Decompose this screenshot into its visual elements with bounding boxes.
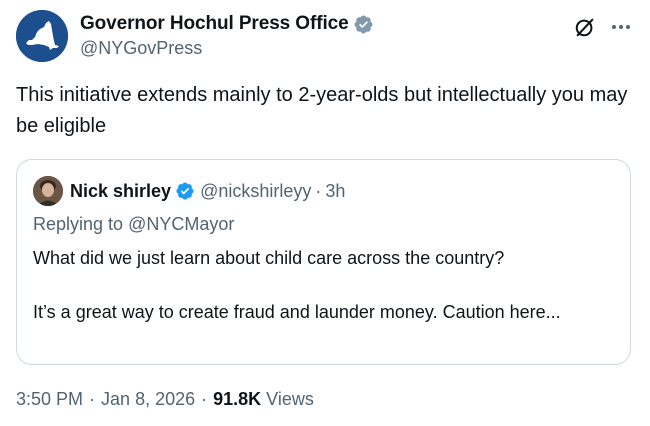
author-display-name[interactable]: Governor Hochul Press Office [80, 13, 349, 35]
views-count[interactable]: 91.8K [213, 389, 261, 410]
quoted-author-handle[interactable]: @nickshirleyy [200, 181, 311, 202]
replying-to: Replying to @NYCMayor [33, 214, 234, 235]
verified-gray-badge-icon[interactable] [353, 14, 374, 35]
quoted-tweet-card[interactable]: Nick shirley @nickshirleyy · 3h Replying… [16, 159, 631, 365]
views-label[interactable]: Views [266, 389, 314, 410]
quoted-tweet-header: Nick shirley @nickshirleyy · 3h [33, 176, 345, 206]
quoted-separator: · [315, 180, 322, 201]
quoted-author-name[interactable]: Nick shirley [70, 181, 171, 202]
quoted-tweet-text: What did we just learn about child care … [33, 245, 613, 325]
new-york-state-map-icon [16, 10, 68, 62]
tweet-header: Governor Hochul Press Office @NYGovPress [16, 10, 634, 66]
tweet-time[interactable]: 3:50 PM [16, 389, 83, 410]
tweet-date[interactable]: Jan 8, 2026 [101, 389, 195, 410]
tweet-text: This initiative extends mainly to 2-year… [16, 84, 628, 137]
grok-icon[interactable] [574, 16, 596, 38]
author-avatar[interactable] [16, 10, 68, 62]
replying-to-label: Replying to [33, 214, 124, 234]
meta-separator: · [89, 389, 96, 409]
more-icon[interactable] [610, 18, 632, 36]
person-avatar-icon [33, 176, 63, 206]
quoted-timestamp[interactable]: 3h [325, 181, 345, 202]
author-names: Governor Hochul Press Office @NYGovPress [80, 12, 374, 59]
quoted-author-avatar[interactable] [33, 176, 63, 206]
quoted-paragraph: It’s a great way to create fraud and lau… [33, 302, 561, 322]
replying-to-mention[interactable]: @NYCMayor [128, 214, 234, 234]
verified-blue-badge-icon[interactable] [175, 181, 195, 201]
quoted-paragraph: What did we just learn about child care … [33, 248, 505, 268]
author-display-row: Governor Hochul Press Office [80, 12, 374, 36]
meta-separator: · [201, 389, 208, 409]
tweet-meta: 3:50 PM · Jan 8, 2026 · 91.8K Views [16, 389, 314, 410]
author-handle[interactable]: @NYGovPress [80, 38, 374, 59]
